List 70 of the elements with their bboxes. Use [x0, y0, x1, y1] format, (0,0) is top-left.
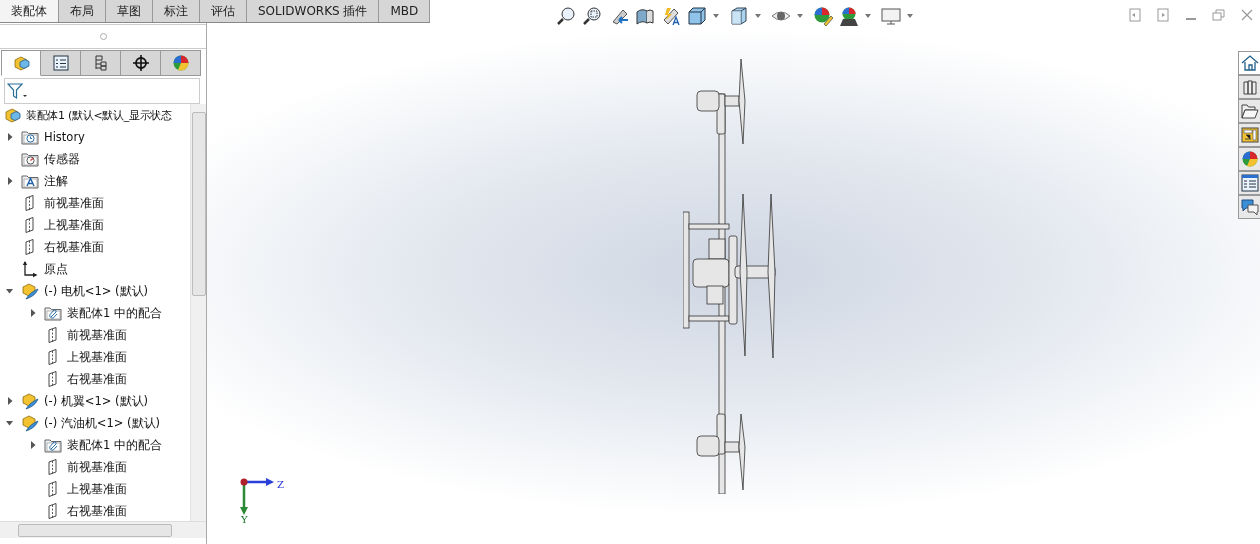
- z-axis-label: Z: [277, 479, 284, 490]
- mates-folder-icon: [44, 304, 62, 322]
- scene-icon[interactable]: [839, 6, 859, 26]
- tree-item-label[interactable]: 上视基准面: [67, 481, 127, 497]
- custom-properties-tab[interactable]: [1238, 171, 1260, 195]
- history-folder-icon: [21, 128, 39, 146]
- tree-item-label[interactable]: (-) 机翼<1> (默认): [44, 393, 148, 409]
- command-tab[interactable]: 装配体: [0, 0, 59, 22]
- y-axis-label: Y: [241, 514, 248, 525]
- home-tab[interactable]: [1238, 51, 1260, 75]
- appearance-tab[interactable]: [1238, 147, 1260, 171]
- filter-icon: [7, 82, 29, 100]
- component-icon: [21, 392, 39, 410]
- dynamic-annotation-icon[interactable]: [661, 6, 681, 26]
- tree-item-label[interactable]: (-) 电机<1> (默认): [44, 283, 148, 299]
- assembly-icon: [3, 106, 21, 124]
- zoom-area-icon[interactable]: [583, 6, 603, 26]
- tree-item-label[interactable]: 注解: [44, 173, 68, 189]
- component-icon: [21, 414, 39, 432]
- tree-item-label[interactable]: (-) 汽油机<1> (默认): [44, 415, 160, 431]
- component-icon: [21, 282, 39, 300]
- sensor-folder-icon: [21, 150, 39, 168]
- expand-arrow[interactable]: [6, 133, 14, 141]
- horizontal-scrollbar[interactable]: [0, 521, 206, 538]
- dropdown-caret-icon[interactable]: [865, 14, 871, 18]
- tree-item-label[interactable]: 右视基准面: [44, 239, 104, 255]
- display-style-icon[interactable]: [729, 6, 749, 26]
- feature-tree-icon: [12, 54, 30, 72]
- folder-tab[interactable]: [1238, 99, 1260, 123]
- crosshair-icon: [131, 54, 150, 72]
- expand-arrow[interactable]: [6, 419, 14, 427]
- close-icon[interactable]: [1240, 8, 1254, 22]
- expand-arrow[interactable]: [6, 397, 14, 405]
- vertical-scrollbar[interactable]: [190, 104, 206, 521]
- tree-item-label[interactable]: 前视基准面: [67, 459, 127, 475]
- expand-arrow[interactable]: [6, 287, 14, 295]
- property-list-icon: [51, 54, 70, 72]
- forum-tab[interactable]: [1238, 195, 1260, 219]
- axis-triad-icon: [239, 478, 275, 516]
- expand-arrow[interactable]: [6, 177, 14, 185]
- annotation-folder-icon: [21, 172, 39, 190]
- zoom-to-fit-icon[interactable]: [557, 6, 577, 26]
- tree-item-label[interactable]: 右视基准面: [67, 503, 127, 519]
- library-tab[interactable]: [1238, 75, 1260, 99]
- view-orientation-icon[interactable]: [687, 6, 707, 26]
- tree-item-label[interactable]: 上视基准面: [67, 349, 127, 365]
- tree-item-label[interactable]: 传感器: [44, 151, 80, 167]
- tree-item-label[interactable]: 原点: [44, 261, 68, 277]
- mates-folder-icon: [44, 436, 62, 454]
- origin-icon: [21, 260, 39, 278]
- tree-item-label[interactable]: History: [44, 130, 85, 144]
- filter-field[interactable]: [4, 78, 200, 104]
- expand-arrow[interactable]: [29, 441, 37, 449]
- tree-root-label[interactable]: 装配体1 (默认<默认_显示状态: [26, 107, 172, 123]
- expand-arrow[interactable]: [29, 309, 37, 317]
- dropdown-caret-icon[interactable]: [907, 14, 913, 18]
- section-view-icon[interactable]: [635, 6, 655, 26]
- dropdown-caret-icon[interactable]: [797, 14, 803, 18]
- palette-tab[interactable]: [1238, 123, 1260, 147]
- tree-item-label[interactable]: 右视基准面: [67, 371, 127, 387]
- dropdown-caret-icon[interactable]: [713, 14, 719, 18]
- tree-item-label[interactable]: 装配体1 中的配合: [67, 437, 162, 453]
- tree-item-label[interactable]: 上视基准面: [44, 217, 104, 233]
- panel-tab[interactable]: [121, 50, 161, 76]
- tree-item-label[interactable]: 前视基准面: [67, 327, 127, 343]
- tree-item-label[interactable]: 前视基准面: [44, 195, 104, 211]
- edit-appearance-icon[interactable]: [813, 6, 833, 26]
- tree-item-label[interactable]: 装配体1 中的配合: [67, 305, 162, 321]
- appearance-ball-icon: [171, 54, 190, 72]
- dropdown-caret-icon[interactable]: [755, 14, 761, 18]
